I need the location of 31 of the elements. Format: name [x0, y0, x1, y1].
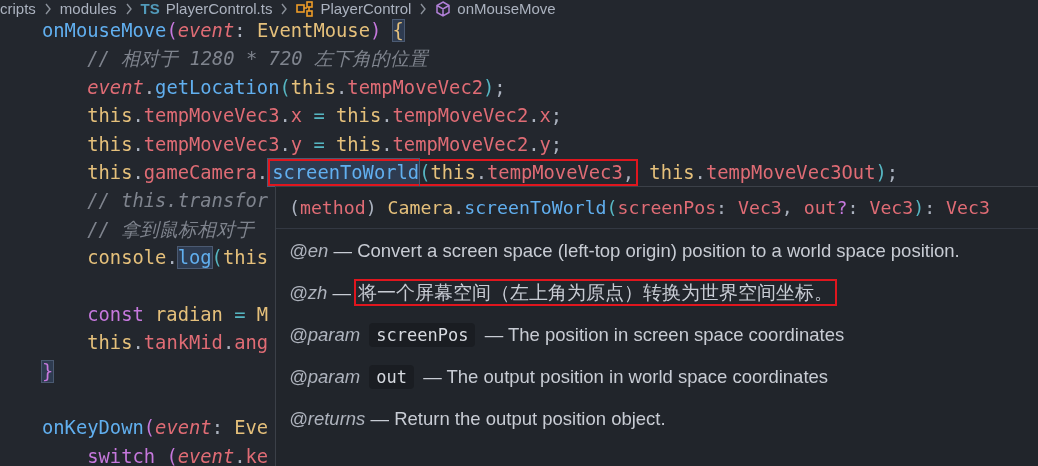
chevron-icon: [43, 2, 52, 15]
doc-paragraph: @zh — 将一个屏幕空间（左上角为原点）转换为世界空间坐标。: [289, 279, 979, 307]
code-line: this.tempMoveVec3.y = this.tempMoveVec2.y;: [86, 132, 563, 157]
doc-paragraph: @param screenPos — The position in screen space coordinates: [289, 322, 846, 349]
code-line: this.gameCamera. screenToWorld(this.tempMoveVec3, this.tempMoveVec3Out);: [42, 158, 899, 188]
doc-paragraph: @en — Convert a screen space (left-top origin) position to a world space position.: [289, 239, 961, 263]
doc-paragraph: @param out — The output position in world space coordinates: [289, 364, 830, 391]
code-line: // 拿到鼠标相对于: [86, 217, 255, 242]
cube-icon: [435, 0, 452, 17]
chevron-icon: [124, 2, 133, 15]
code-line: event.getLocation(this.tempMoveVec2);: [86, 75, 506, 100]
code-line: const radian = M: [86, 302, 269, 327]
breadcrumb-item[interactable]: cripts: [0, 0, 36, 17]
code-line: // this.transfor: [86, 189, 269, 214]
chevron-icon: [280, 2, 289, 15]
breadcrumb-item[interactable]: PlayerControl.ts: [165, 0, 273, 17]
code-line: switch (event.ke: [86, 444, 269, 466]
code-line: console.log(this: [86, 246, 269, 271]
chevron-icon: [419, 2, 428, 15]
code-line: this.tempMoveVec3.x = this.tempMoveVec2.x;: [86, 104, 563, 129]
code-line: onMouseMove(event: EventMouse) {: [42, 19, 404, 43]
method-signature: (method) Camera.screenToWorld(screenPos: Vec3, out?: Vec3): Vec3: [276, 187, 1038, 229]
code-line: // 相对于 1280 * 720 左下角的位置: [86, 47, 428, 72]
class-icon: [296, 0, 315, 17]
breadcrumb-item[interactable]: onMouseMove: [457, 0, 556, 17]
breadcrumb-item[interactable]: PlayerControl: [320, 0, 412, 17]
doc-paragraph: @returns — Return the output position object.: [289, 407, 667, 431]
file-type-label: TS: [140, 0, 160, 17]
code-line: this.tankMid.ang: [86, 331, 269, 356]
breadcrumb-item[interactable]: modules: [59, 0, 117, 17]
code-line: onKeyDown(event: Eve: [42, 416, 269, 441]
